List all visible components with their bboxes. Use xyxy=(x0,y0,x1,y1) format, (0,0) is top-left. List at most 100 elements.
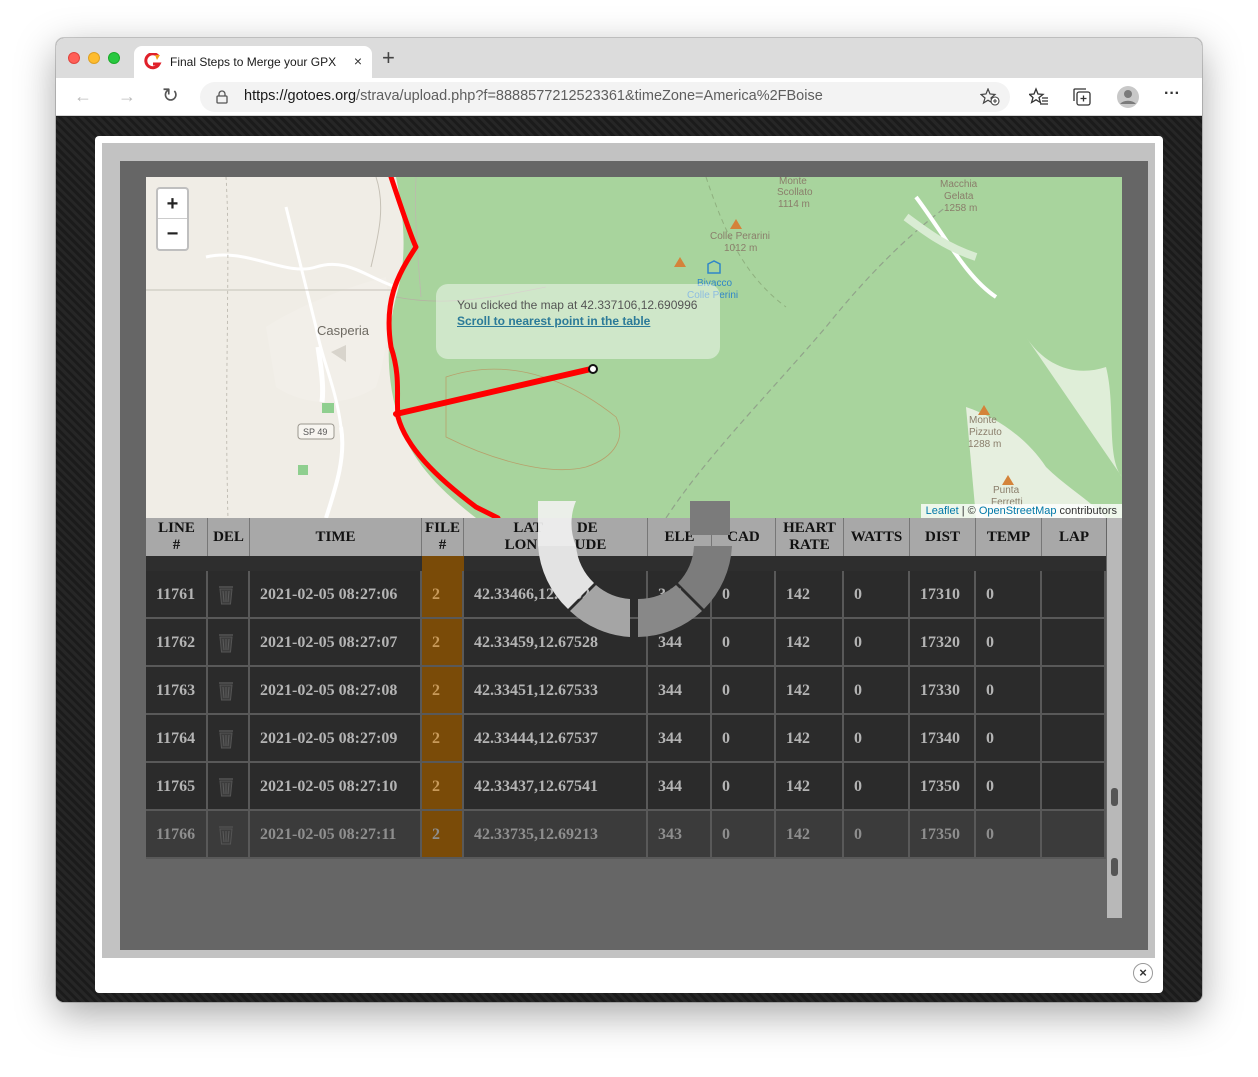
minimize-window-button[interactable] xyxy=(88,52,100,64)
table-row[interactable]: 11764 2021-02-05 08:27:09 2 42.33444,12.675… xyxy=(146,715,1106,763)
cell-watts: 0 xyxy=(844,571,910,619)
map-view[interactable]: Monte Scollato 1114 m Colle Perarini 101… xyxy=(146,177,1122,518)
map-label-monte-scollato-3: 1114 m xyxy=(778,199,810,210)
map-label-macchia-gelata-1: Macchia xyxy=(940,179,978,190)
back-button[interactable]: ← xyxy=(74,86,92,106)
col-header-del[interactable]: DEL xyxy=(208,518,250,556)
tab-close-icon[interactable]: × xyxy=(354,53,362,69)
cell-dist: 17330 xyxy=(910,667,976,715)
cell-line: 11766 xyxy=(146,811,208,859)
cell-hr: 142 xyxy=(776,667,844,715)
cell-line: 11762 xyxy=(146,619,208,667)
map-label-macchia-gelata-2: Gelata xyxy=(944,191,974,202)
attribution-separator: | © xyxy=(958,505,979,517)
col-header-heart-rate[interactable]: HEART RATE xyxy=(776,518,844,556)
cell-file: 2 xyxy=(422,811,464,859)
cell-line: 11763 xyxy=(146,667,208,715)
browser-window: Final Steps to Merge your GPX × + ← → ↻ … xyxy=(56,38,1202,1002)
cell-temp: 0 xyxy=(976,667,1042,715)
cell-temp: 0 xyxy=(976,619,1042,667)
table-row[interactable]: 11766 2021-02-05 08:27:11 2 42.33735,12.692… xyxy=(146,811,1106,859)
cell-lap xyxy=(1042,715,1106,763)
cell-temp: 0 xyxy=(976,811,1042,859)
table-row[interactable]: 11765 2021-02-05 08:27:10 2 42.33437,12.675… xyxy=(146,763,1106,811)
new-tab-button[interactable]: + xyxy=(382,47,395,69)
map-label-monte-pizzuto-3: 1288 m xyxy=(968,439,1001,450)
browser-toolbar: ← → ↻ https://gotoes.org/strava/upload.p… xyxy=(56,78,1202,116)
cell-latlon: 42.33444,12.67537 xyxy=(464,715,648,763)
settings-menu-button[interactable]: ··· xyxy=(1164,84,1180,104)
forward-button[interactable]: → xyxy=(118,86,136,106)
cell-line: 11765 xyxy=(146,763,208,811)
scroll-to-nearest-link[interactable]: Scroll to nearest point in the table xyxy=(457,314,650,328)
cell-hr: 142 xyxy=(776,619,844,667)
cell-cad: 0 xyxy=(712,763,776,811)
col-header-watts[interactable]: WATTS xyxy=(844,518,910,556)
table-scrollbar[interactable] xyxy=(1107,518,1122,918)
lock-icon xyxy=(216,90,228,104)
col-header-lap[interactable]: LAP xyxy=(1042,518,1106,556)
scrollbar-thumb[interactable] xyxy=(1111,788,1118,806)
reload-button[interactable]: ↻ xyxy=(162,86,179,106)
delete-row-button[interactable] xyxy=(208,667,250,715)
map-label-macchia-gelata-3: 1258 m xyxy=(944,203,977,214)
favorites-icon[interactable] xyxy=(1029,87,1049,107)
cell-watts: 0 xyxy=(844,811,910,859)
cell-file: 2 xyxy=(422,571,464,619)
cell-watts: 0 xyxy=(844,715,910,763)
cell-cad: 0 xyxy=(712,715,776,763)
col-header-temp[interactable]: TEMP xyxy=(976,518,1042,556)
col-header-file[interactable]: FILE # xyxy=(422,518,464,556)
cell-hr: 142 xyxy=(776,811,844,859)
cell-dist: 17350 xyxy=(910,811,976,859)
url-domain: https://gotoes.org xyxy=(244,88,357,104)
col-header-dist[interactable]: DIST xyxy=(910,518,976,556)
cell-file: 2 xyxy=(422,715,464,763)
map-popup: You clicked the map at 42.337106,12.6909… xyxy=(436,284,720,359)
cell-ele: 344 xyxy=(648,763,712,811)
cell-time: 2021-02-05 08:27:06 xyxy=(250,571,422,619)
cell-latlon: 42.33451,12.67533 xyxy=(464,667,648,715)
cell-lap xyxy=(1042,811,1106,859)
zoom-out-button[interactable]: − xyxy=(158,219,187,249)
delete-row-button[interactable] xyxy=(208,763,250,811)
col-header-line[interactable]: LINE # xyxy=(146,518,208,556)
cell-lap xyxy=(1042,619,1106,667)
osm-link[interactable]: OpenStreetMap xyxy=(979,505,1057,517)
table-row[interactable]: 11763 2021-02-05 08:27:08 2 42.33451,12.675… xyxy=(146,667,1106,715)
delete-row-button[interactable] xyxy=(208,619,250,667)
cell-ele: 343 xyxy=(648,811,712,859)
delete-row-button[interactable] xyxy=(208,715,250,763)
scrollbar-thumb-secondary[interactable] xyxy=(1111,858,1118,876)
trash-icon xyxy=(219,778,233,797)
cell-time: 2021-02-05 08:27:07 xyxy=(250,619,422,667)
cell-cad: 0 xyxy=(712,667,776,715)
close-window-button[interactable] xyxy=(68,52,80,64)
col-header-time[interactable]: TIME xyxy=(250,518,422,556)
cell-temp: 0 xyxy=(976,715,1042,763)
map-label-monte-scollato-1: Monte xyxy=(779,177,807,187)
url-path: /strava/upload.php?f=8888577212523361&ti… xyxy=(356,88,823,104)
gotoes-logo-icon xyxy=(144,53,162,70)
collections-icon[interactable] xyxy=(1072,87,1092,107)
map-attribution: Leaflet | © OpenStreetMap contributors xyxy=(920,504,1122,518)
map-label-colle-perarini-2: 1012 m xyxy=(724,243,757,254)
profile-avatar[interactable] xyxy=(1116,85,1140,109)
address-bar[interactable]: https://gotoes.org/strava/upload.php?f=8… xyxy=(200,82,1010,112)
cell-dist: 17350 xyxy=(910,763,976,811)
cell-latlon: 42.33735,12.69213 xyxy=(464,811,648,859)
leaflet-link[interactable]: Leaflet xyxy=(926,505,959,517)
trash-icon xyxy=(219,634,233,653)
modal-frame: Monte Scollato 1114 m Colle Perarini 101… xyxy=(102,143,1155,958)
add-favorite-icon[interactable] xyxy=(980,88,1000,106)
maximize-window-button[interactable] xyxy=(108,52,120,64)
cell-hr: 142 xyxy=(776,763,844,811)
loading-spinner xyxy=(538,501,732,637)
modal-close-button[interactable]: × xyxy=(1133,963,1153,983)
delete-row-button[interactable] xyxy=(208,571,250,619)
delete-row-button[interactable] xyxy=(208,811,250,859)
tab-active[interactable]: Final Steps to Merge your GPX × xyxy=(134,46,372,78)
cell-file: 2 xyxy=(422,619,464,667)
cell-time: 2021-02-05 08:27:08 xyxy=(250,667,422,715)
zoom-in-button[interactable]: + xyxy=(158,189,187,219)
